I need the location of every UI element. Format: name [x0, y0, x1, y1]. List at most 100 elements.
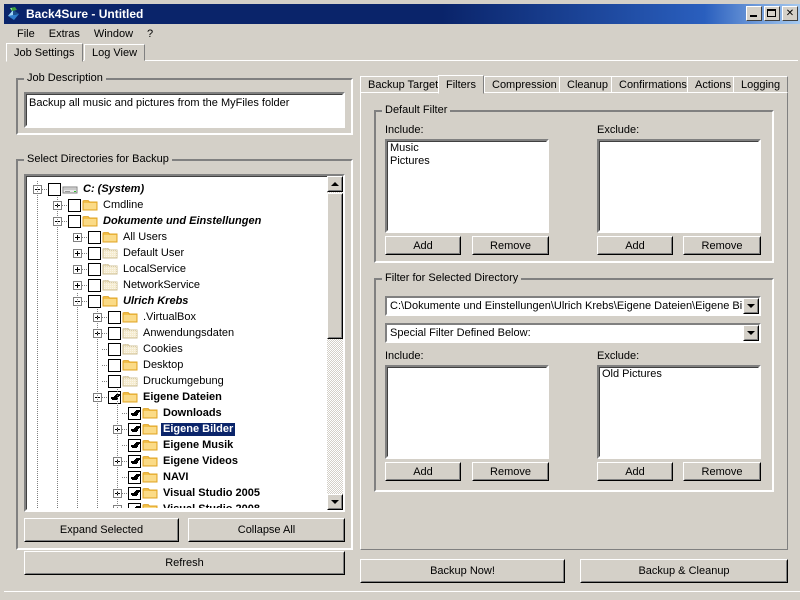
collapse-all-button[interactable]: Collapse All — [188, 518, 345, 542]
directory-tree[interactable]: C: (System)CmdlineDokumente und Einstell… — [24, 174, 345, 512]
tab-log-view[interactable]: Log View — [84, 44, 145, 61]
folder-icon — [122, 358, 138, 372]
tree-item-checkbox[interactable] — [108, 359, 121, 372]
tree-item-checkbox[interactable] — [128, 471, 141, 484]
selected-exclude-remove-button[interactable]: Remove — [683, 462, 761, 481]
menu-item-window[interactable]: Window — [87, 27, 140, 41]
selected-exclude-list[interactable]: Old Pictures — [597, 365, 761, 459]
expand-icon[interactable] — [73, 249, 82, 258]
tree-item-checkbox[interactable] — [88, 263, 101, 276]
folder-icon — [142, 406, 158, 420]
maximize-button[interactable] — [764, 6, 780, 21]
tab-filters[interactable]: Filters — [438, 75, 484, 94]
tree-item[interactable]: Visual Studio 2008 — [28, 501, 341, 508]
tree-item[interactable]: Desktop — [28, 357, 341, 373]
tree-item-checkbox[interactable] — [128, 407, 141, 420]
default-exclude-remove-button[interactable]: Remove — [683, 236, 761, 255]
selected-include-add-button[interactable]: Add — [385, 462, 461, 481]
tree-item-checkbox[interactable] — [68, 215, 81, 228]
tree-item-checkbox[interactable] — [128, 439, 141, 452]
expand-icon[interactable] — [73, 233, 82, 242]
tree-item[interactable]: Eigene Videos — [28, 453, 341, 469]
tree-item-checkbox[interactable] — [128, 455, 141, 468]
selected-include-remove-button[interactable]: Remove — [472, 462, 549, 481]
tree-item-checkbox[interactable] — [48, 183, 61, 196]
tree-item-checkbox[interactable] — [128, 487, 141, 500]
list-item[interactable]: Music — [388, 142, 546, 155]
tree-item-checkbox[interactable] — [88, 231, 101, 244]
tree-item[interactable]: Eigene Musik — [28, 437, 341, 453]
tree-item[interactable]: LocalService — [28, 261, 341, 277]
tree-item[interactable]: Anwendungsdaten — [28, 325, 341, 341]
tree-item-checkbox[interactable] — [108, 311, 121, 324]
tree-item[interactable]: Visual Studio 2005 — [28, 485, 341, 501]
tree-item[interactable]: .VirtualBox — [28, 309, 341, 325]
tree-item-checkbox[interactable] — [108, 327, 121, 340]
tab-logging[interactable]: Logging — [733, 76, 788, 93]
filter-mode-combo[interactable]: Special Filter Defined Below: — [385, 323, 761, 343]
close-button[interactable]: ✕ — [782, 6, 798, 21]
tree-item[interactable]: NAVI — [28, 469, 341, 485]
tab-cleanup[interactable]: Cleanup — [559, 76, 616, 93]
tree-item-checkbox[interactable] — [88, 279, 101, 292]
folder-hidden-icon — [102, 262, 118, 276]
expand-icon[interactable] — [73, 265, 82, 274]
selected-include-list[interactable] — [385, 365, 549, 459]
tree-scroll-down-button[interactable] — [327, 494, 343, 510]
menu-item-extras[interactable]: Extras — [42, 27, 87, 41]
tree-item[interactable]: Cookies — [28, 341, 341, 357]
tree-item-checkbox[interactable] — [108, 375, 121, 388]
chevron-down-icon — [747, 304, 755, 308]
tree-item[interactable]: All Users — [28, 229, 341, 245]
tree-item[interactable]: Eigene Dateien — [28, 389, 341, 405]
selected-exclude-add-button[interactable]: Add — [597, 462, 673, 481]
tab-actions[interactable]: Actions — [687, 76, 739, 93]
selected-directory-filter-title: Filter for Selected Directory — [382, 273, 521, 284]
tab-confirmations[interactable]: Confirmations — [611, 76, 695, 93]
backup-now-button[interactable]: Backup Now! — [360, 559, 565, 583]
tree-scroll-up-button[interactable] — [327, 176, 343, 192]
backup-cleanup-button[interactable]: Backup & Cleanup — [580, 559, 788, 583]
tree-item[interactable]: Downloads — [28, 405, 341, 421]
list-item[interactable]: Pictures — [388, 155, 546, 168]
tree-scrollbar[interactable] — [327, 176, 343, 510]
tree-item[interactable]: Ulrich Krebs — [28, 293, 341, 309]
job-description-input[interactable]: Backup all music and pictures from the M… — [24, 92, 345, 128]
default-include-list[interactable]: MusicPictures — [385, 139, 549, 233]
expand-selected-button[interactable]: Expand Selected — [24, 518, 179, 542]
tree-item-checkbox[interactable] — [108, 391, 121, 404]
tab-backup-target[interactable]: Backup Target — [360, 76, 446, 93]
path-combo-dropdown-button[interactable] — [743, 298, 759, 314]
tree-item[interactable]: C: (System) — [28, 181, 341, 197]
selected-directory-path-combo[interactable]: C:\Dokumente und Einstellungen\Ulrich Kr… — [385, 296, 761, 316]
filter-mode-dropdown-button[interactable] — [743, 325, 759, 341]
minimize-button[interactable] — [746, 6, 762, 21]
refresh-button[interactable]: Refresh — [24, 551, 345, 575]
status-bar — [4, 591, 800, 596]
tree-item[interactable]: Cmdline — [28, 197, 341, 213]
folder-icon — [142, 502, 158, 508]
tree-item[interactable]: NetworkService — [28, 277, 341, 293]
menu-bar: File Extras Window ? — [4, 25, 800, 43]
tree-item[interactable]: Default User — [28, 245, 341, 261]
menu-item-help[interactable]: ? — [140, 27, 160, 41]
expand-icon[interactable] — [73, 281, 82, 290]
tree-item-checkbox[interactable] — [128, 423, 141, 436]
tree-scrollbar-thumb[interactable] — [327, 193, 343, 339]
default-include-remove-button[interactable]: Remove — [472, 236, 549, 255]
default-include-add-button[interactable]: Add — [385, 236, 461, 255]
tree-item-checkbox[interactable] — [88, 295, 101, 308]
tree-item-checkbox[interactable] — [128, 503, 141, 509]
tree-item-checkbox[interactable] — [88, 247, 101, 260]
tab-compression[interactable]: Compression — [484, 76, 565, 93]
tree-item-checkbox[interactable] — [108, 343, 121, 356]
tab-job-settings[interactable]: Job Settings — [6, 43, 83, 62]
tree-item[interactable]: Eigene Bilder — [28, 421, 341, 437]
tree-item[interactable]: Druckumgebung — [28, 373, 341, 389]
list-item[interactable]: Old Pictures — [600, 368, 758, 381]
default-exclude-add-button[interactable]: Add — [597, 236, 673, 255]
menu-item-file[interactable]: File — [10, 27, 42, 41]
default-exclude-list[interactable] — [597, 139, 761, 233]
tree-item[interactable]: Dokumente und Einstellungen — [28, 213, 341, 229]
tree-item-checkbox[interactable] — [68, 199, 81, 212]
